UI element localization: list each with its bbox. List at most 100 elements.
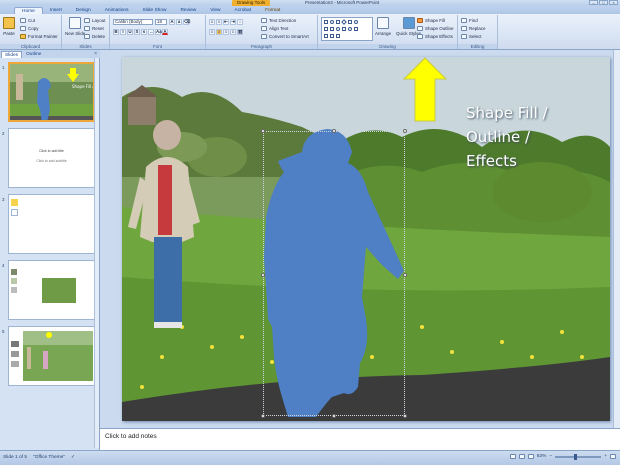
callout-shape-icon[interactable] bbox=[330, 27, 334, 31]
align-right-icon[interactable]: ≡ bbox=[223, 29, 229, 35]
zoom-level[interactable]: 63% bbox=[537, 454, 547, 459]
shape-fill-button[interactable]: Shape Fill bbox=[417, 18, 445, 23]
slide-thumbnail-4[interactable] bbox=[8, 260, 95, 320]
resize-handle-bl[interactable] bbox=[261, 414, 265, 418]
brace-shape-icon[interactable] bbox=[324, 34, 328, 38]
tab-view[interactable]: View bbox=[203, 7, 227, 14]
close-window-button[interactable]: × bbox=[609, 0, 618, 5]
resize-handle-mr[interactable] bbox=[403, 273, 407, 277]
select-button[interactable]: Select bbox=[461, 34, 482, 39]
resize-handle-tr[interactable] bbox=[403, 129, 407, 133]
circle-shape-icon[interactable] bbox=[354, 20, 358, 24]
new-slide-button[interactable]: New Slide bbox=[65, 17, 85, 36]
shape-effects-button[interactable]: Shape Effects bbox=[417, 34, 453, 39]
diamond-shape-icon[interactable] bbox=[341, 19, 347, 25]
zoom-in-icon[interactable]: + bbox=[604, 454, 607, 459]
align-center-icon[interactable]: ≡ bbox=[216, 29, 222, 35]
spacing-icon[interactable]: ↔ bbox=[148, 29, 154, 35]
align-left-icon[interactable]: ≡ bbox=[209, 29, 215, 35]
reset-button[interactable]: Reset bbox=[84, 26, 104, 31]
slide-thumbnail-5[interactable] bbox=[8, 326, 95, 386]
line-spacing-icon[interactable]: ↕ bbox=[237, 19, 243, 25]
tab-slide-show[interactable]: Slide Show bbox=[135, 7, 173, 14]
star-shape-icon[interactable] bbox=[354, 27, 358, 31]
resize-handle-br[interactable] bbox=[403, 414, 407, 418]
line-shape-icon[interactable] bbox=[324, 20, 328, 24]
font-color-icon[interactable]: A bbox=[162, 29, 168, 35]
textbox-shape-icon[interactable] bbox=[324, 27, 328, 31]
maximize-button[interactable]: □ bbox=[599, 0, 608, 5]
bracket-shape-icon[interactable] bbox=[330, 34, 334, 38]
triangle-shape-icon[interactable] bbox=[342, 27, 346, 31]
zoom-out-icon[interactable]: − bbox=[549, 454, 552, 459]
decrease-indent-icon[interactable]: ⇤ bbox=[223, 19, 229, 25]
smiley-shape-icon[interactable] bbox=[348, 27, 352, 31]
rectangle-shape-icon[interactable] bbox=[336, 20, 340, 24]
slide-scrollbar[interactable] bbox=[613, 50, 620, 428]
tab-slides[interactable]: Slides bbox=[1, 50, 23, 58]
slideshow-view-icon[interactable] bbox=[527, 454, 534, 459]
font-name-combo[interactable]: Calibri (Body) bbox=[113, 19, 153, 25]
slide-thumbnail-1[interactable]: Shape Fill / bbox=[8, 62, 95, 122]
clear-format-icon[interactable]: ⌫ bbox=[183, 19, 190, 25]
copy-button[interactable]: Copy bbox=[20, 26, 39, 31]
columns-icon[interactable]: ▥ bbox=[237, 29, 243, 35]
curve-shape-icon[interactable] bbox=[336, 34, 340, 38]
align-text-button[interactable]: Align Text bbox=[261, 26, 288, 31]
current-slide[interactable]: Shape Fill / Outline / Effects bbox=[122, 57, 610, 421]
italic-icon[interactable]: I bbox=[120, 29, 126, 35]
normal-view-icon[interactable] bbox=[509, 454, 516, 459]
tab-home[interactable]: Home bbox=[14, 7, 43, 14]
tab-insert[interactable]: Insert bbox=[43, 7, 69, 14]
find-button[interactable]: Find bbox=[461, 18, 478, 23]
arrow-shape-icon[interactable] bbox=[348, 20, 352, 24]
strikethrough-icon[interactable]: S bbox=[134, 29, 140, 35]
tab-outline[interactable]: Outline bbox=[23, 51, 44, 58]
arrange-button[interactable]: Arrange bbox=[375, 17, 391, 36]
slides-pane-scrollbar[interactable] bbox=[94, 58, 99, 448]
numbering-icon[interactable]: ≡ bbox=[216, 19, 222, 25]
oval-shape-icon[interactable] bbox=[330, 20, 334, 24]
shapes-gallery[interactable] bbox=[321, 17, 373, 41]
layout-button[interactable]: Layout bbox=[84, 18, 106, 23]
convert-smartart-button[interactable]: Convert to SmartArt bbox=[261, 34, 309, 39]
rounded-rect-shape-icon[interactable] bbox=[336, 27, 340, 31]
zoom-knob[interactable] bbox=[574, 453, 578, 460]
slide-thumbnail-2[interactable]: Click to add title Click to add subtitle bbox=[8, 128, 95, 188]
resize-handle-tl[interactable] bbox=[261, 129, 265, 133]
cut-button[interactable]: Cut bbox=[20, 18, 35, 23]
format-painter-button[interactable]: Format Painter bbox=[20, 34, 58, 39]
zoom-slider[interactable] bbox=[555, 453, 602, 460]
notes-pane[interactable]: Click to add notes bbox=[100, 428, 620, 450]
tab-acrobat[interactable]: Acrobat bbox=[228, 7, 259, 14]
tab-animations[interactable]: Animations bbox=[98, 7, 136, 14]
shrink-font-icon[interactable]: a bbox=[176, 19, 182, 25]
resize-handle-tm[interactable] bbox=[332, 129, 336, 133]
bullets-icon[interactable]: ≡ bbox=[209, 19, 215, 25]
shape-fill-caption[interactable]: Shape Fill / Outline / Effects bbox=[466, 101, 606, 173]
justify-icon[interactable]: ≡ bbox=[230, 29, 236, 35]
shape-outline-button[interactable]: Shape Outline bbox=[417, 26, 454, 31]
increase-indent-icon[interactable]: ⇥ bbox=[230, 19, 236, 25]
fit-to-window-icon[interactable] bbox=[610, 454, 616, 459]
spellcheck-icon[interactable]: ✓ bbox=[71, 455, 75, 460]
tab-review[interactable]: Review bbox=[173, 7, 203, 14]
resize-handle-ml[interactable] bbox=[261, 273, 265, 277]
change-case-icon[interactable]: Aa bbox=[155, 29, 162, 35]
bold-icon[interactable]: B bbox=[113, 29, 119, 35]
underline-icon[interactable]: U bbox=[127, 29, 133, 35]
tab-format[interactable]: Format bbox=[258, 7, 287, 14]
resize-handle-bm[interactable] bbox=[332, 414, 336, 418]
minimize-button[interactable]: – bbox=[589, 0, 598, 5]
paste-button[interactable]: Paste bbox=[3, 17, 15, 36]
grow-font-icon[interactable]: A bbox=[169, 19, 175, 25]
text-direction-button[interactable]: Text Direction bbox=[261, 18, 296, 23]
shadow-icon[interactable]: s bbox=[141, 29, 147, 35]
slide-sorter-icon[interactable] bbox=[518, 454, 525, 459]
slide-thumbnail-3[interactable] bbox=[8, 194, 95, 254]
font-size-combo[interactable]: 18 bbox=[155, 19, 167, 25]
delete-slide-button[interactable]: Delete bbox=[84, 34, 105, 39]
pane-close-icon[interactable]: × bbox=[94, 50, 97, 58]
up-arrow-icon[interactable] bbox=[402, 57, 448, 123]
replace-button[interactable]: Replace bbox=[461, 26, 486, 31]
